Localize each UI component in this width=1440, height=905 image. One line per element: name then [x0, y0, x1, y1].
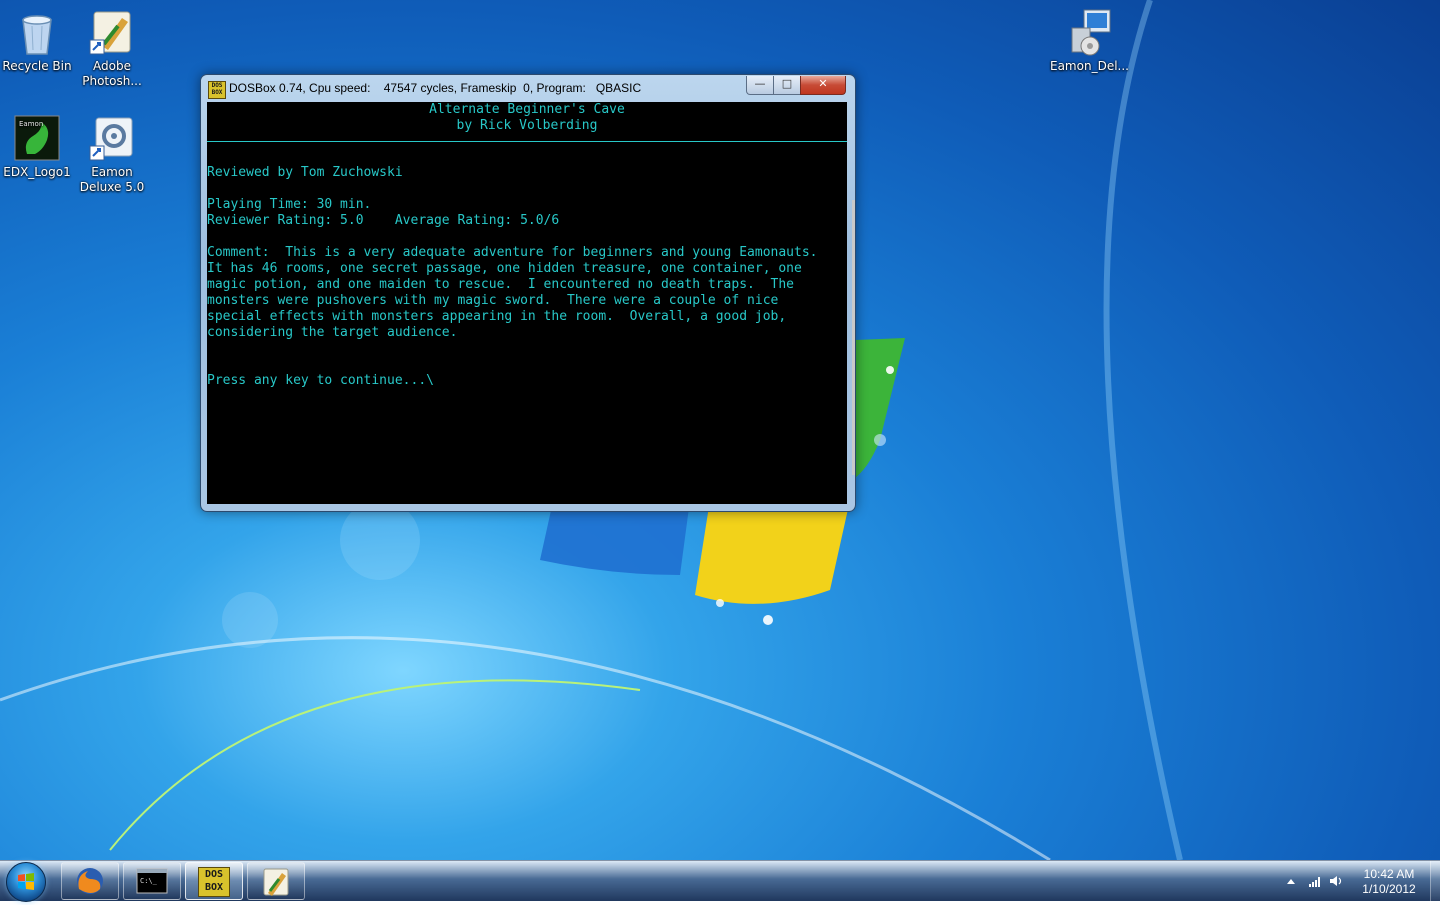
desktop-icon-label: EDX_Logo1 [3, 165, 71, 179]
installer-icon [1064, 8, 1112, 56]
show-hidden-icons-button[interactable] [1284, 869, 1300, 893]
window-title: DOSBox 0.74, Cpu speed: 47547 cycles, Fr… [229, 81, 642, 95]
desktop-icon-label: Eamon Deluxe 5.0 [79, 165, 145, 194]
eamon-deluxe-shortcut-icon [88, 114, 136, 162]
dosbox-app-icon[interactable]: DOS BOX [208, 81, 226, 99]
desktop-icon-recycle-bin[interactable]: Recycle Bin [0, 8, 74, 74]
comment-line: considering the target audience. [207, 325, 458, 340]
ratings-line: Reviewer Rating: 5.0 Average Rating: 5.0… [207, 213, 560, 228]
wallpaper-green-line [109, 679, 641, 851]
desktop-icon-label: Recycle Bin [2, 59, 72, 73]
maximize-button[interactable]: □ [773, 76, 801, 95]
taskbar-command-prompt[interactable]: C:\_ [123, 862, 181, 900]
network-button[interactable] [1306, 869, 1324, 893]
desktop-icon-label: Adobe Photosh... [82, 59, 142, 88]
volume-button[interactable] [1328, 869, 1346, 893]
svg-text:Eamon: Eamon [19, 120, 43, 128]
photoshop-shortcut-icon [88, 8, 136, 56]
svg-text:C:\_: C:\_ [140, 877, 158, 885]
wallpaper-light-arc-2 [1103, 0, 1183, 860]
eamon-logo-image-icon: Eamon [13, 114, 61, 162]
playing-time-line: Playing Time: 30 min. [207, 197, 372, 212]
desktop-icon-installer[interactable]: Eamon_Del... [1050, 8, 1129, 74]
windows-logo-icon [18, 873, 34, 890]
divider [207, 141, 847, 142]
taskbar-dosbox[interactable]: DOS BOX [185, 862, 243, 900]
window-edge-scrollbar [852, 200, 855, 475]
comment-line: special effects with monsters appearing … [207, 309, 787, 324]
taskbar-eamon-editor[interactable] [247, 862, 305, 900]
taskbar: C:\_ DOS BOX 10:42 AM 1/10/2012 [0, 860, 1440, 902]
clock-time: 10:42 AM [1363, 867, 1415, 881]
dosbox-icon: DOS BOX [198, 867, 230, 897]
flag-yellow-piece [695, 500, 850, 604]
start-button[interactable] [6, 862, 46, 902]
flag-green-piece [852, 338, 905, 480]
dosbox-icon-text: DOS BOX [204, 869, 224, 893]
desktop-icon-photoshop[interactable]: Adobe Photosh... [75, 8, 149, 89]
window-titlebar[interactable]: DOS BOX DOSBox 0.74, Cpu speed: 47547 cy… [201, 75, 855, 102]
firefox-icon [77, 868, 103, 894]
command-prompt-icon: C:\_ [136, 868, 168, 894]
dosbox-window[interactable]: DOS BOX DOSBox 0.74, Cpu speed: 47547 cy… [200, 74, 856, 512]
comment-line: It has 46 rooms, one secret passage, one… [207, 261, 802, 276]
desktop-icon-eamon-deluxe[interactable]: Eamon Deluxe 5.0 [75, 114, 149, 195]
desktop-icon-edx-logo[interactable]: Eamon EDX_Logo1 [0, 114, 74, 180]
show-desktop-button[interactable] [1430, 861, 1440, 901]
desktop-icon-label: Eamon_Del... [1050, 59, 1129, 73]
recycle-bin-icon [13, 8, 61, 56]
comment-block: Comment: This is a very adequate adventu… [207, 245, 847, 341]
comment-line: magic potion, and one maiden to rescue. … [207, 277, 794, 292]
wallpaper-light-arc [0, 636, 1051, 860]
comment-line: Comment: This is a very adequate adventu… [207, 245, 818, 260]
close-button[interactable]: ✕ [800, 76, 846, 95]
clock-date: 1/10/2012 [1362, 882, 1416, 896]
desktop[interactable]: Recycle Bin Adobe Photosh... Eamon EDX_L… [0, 0, 1440, 860]
adventure-title: Alternate Beginner's Cave [429, 102, 625, 117]
eamon-editor-icon [263, 868, 289, 896]
dos-console-screen[interactable]: Alternate Beginner's Cave by Rick Volber… [207, 102, 847, 504]
continue-prompt: Press any key to continue...\ [207, 373, 434, 388]
comment-line: monsters were pushovers with my magic sw… [207, 293, 779, 308]
adventure-author: by Rick Volberding [456, 118, 598, 133]
reviewer-line: Reviewed by Tom Zuchowski [207, 165, 403, 180]
clock[interactable]: 10:42 AM 1/10/2012 [1352, 867, 1426, 897]
taskbar-firefox[interactable] [61, 862, 119, 900]
minimize-button[interactable]: — [746, 76, 774, 95]
